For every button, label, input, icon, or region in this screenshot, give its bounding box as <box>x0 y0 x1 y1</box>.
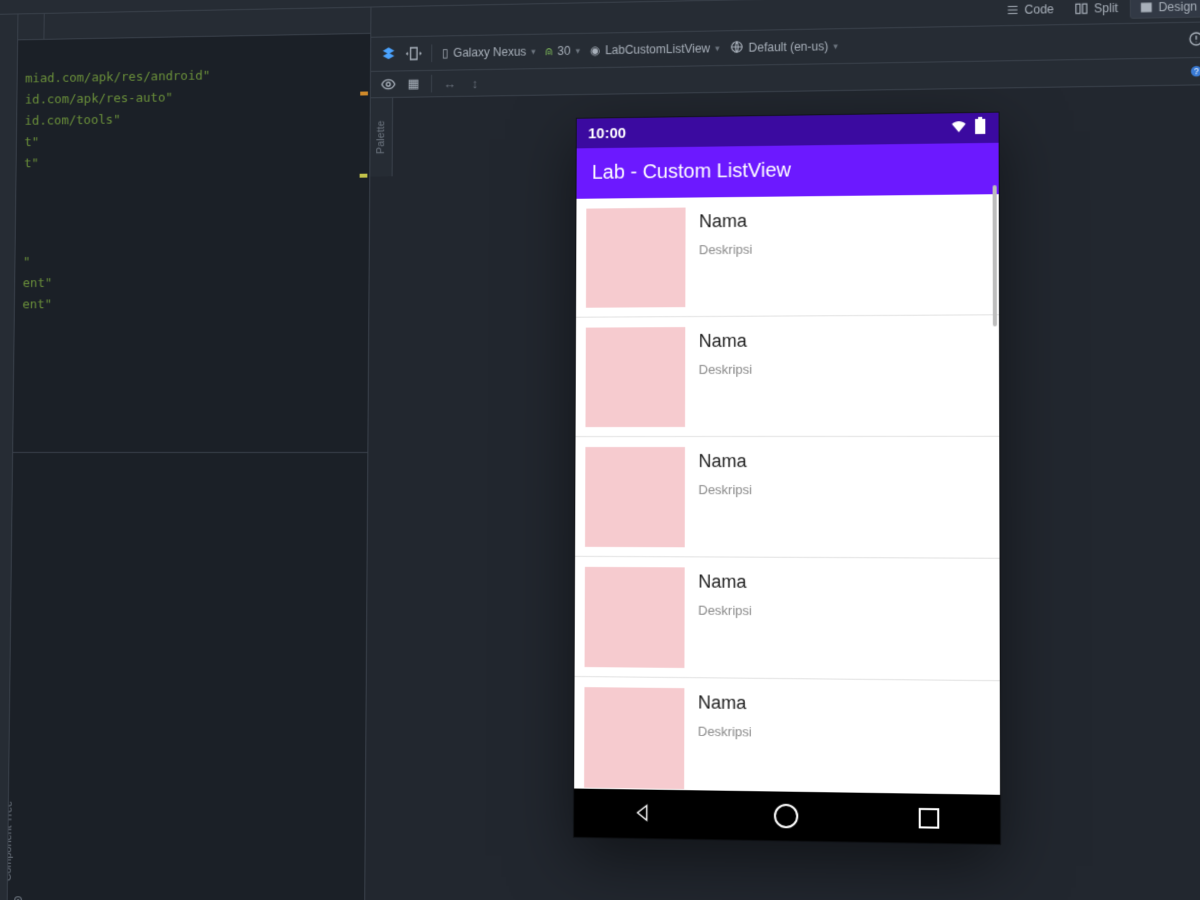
list-item-desc: Deskripsi <box>698 482 752 497</box>
list-item-desc: Deskripsi <box>699 242 753 257</box>
view-mode-code[interactable]: Code <box>996 0 1063 21</box>
theme-icon: ◉ <box>590 43 600 57</box>
editor-tab[interactable] <box>18 14 45 39</box>
nav-recent-icon[interactable] <box>918 808 939 829</box>
view-mode-design[interactable]: Design <box>1129 0 1200 19</box>
battery-icon <box>974 117 986 139</box>
view-mode-split[interactable]: Split <box>1065 0 1127 20</box>
split-view-icon <box>1074 2 1088 16</box>
pan-horizontal-icon[interactable]: ↔ <box>442 75 458 91</box>
blueprint-toggle-icon[interactable]: ▦ <box>406 76 422 92</box>
list-item-title: Nama <box>698 692 752 714</box>
component-tree-icon[interactable] <box>11 893 24 900</box>
code-content[interactable]: miad.com/apk/res/android" id.com/apk/res… <box>15 34 371 316</box>
device-preview: 10:00 Lab - Custom ListView <box>573 113 999 844</box>
locale-dropdown[interactable]: Default (en-us)▾ <box>730 38 838 57</box>
list-view: Nama Deskripsi Nama Deskripsi <box>574 194 1000 795</box>
status-time: 10:00 <box>588 124 626 141</box>
list-item: Nama Deskripsi <box>575 315 999 437</box>
api-level-dropdown[interactable]: ⍝ 30▾ <box>545 43 580 58</box>
app-bar: Lab - Custom ListView <box>576 143 998 199</box>
list-item-desc: Deskripsi <box>698 724 752 740</box>
list-item: Nama Deskripsi <box>574 557 999 681</box>
list-item-title: Nama <box>699 211 753 232</box>
list-item-thumbnail <box>584 567 684 668</box>
android-icon: ⍝ <box>545 44 552 59</box>
preview-scrollbar[interactable] <box>992 185 996 326</box>
list-item-title: Nama <box>698 451 752 472</box>
design-surface[interactable]: Palette 10:00 <box>365 85 1200 900</box>
list-item-title: Nama <box>699 331 753 352</box>
android-nav-bar <box>573 789 999 845</box>
warning-marker-icon[interactable] <box>360 91 368 95</box>
warnings-icon[interactable] <box>1188 30 1200 50</box>
device-preview-dropdown[interactable]: ▯ Galaxy Nexus▾ <box>442 45 536 60</box>
palette-tab[interactable]: Palette <box>370 98 393 177</box>
phone-icon: ▯ <box>442 46 449 60</box>
list-item: Nama Deskripsi <box>575 437 999 559</box>
eye-icon[interactable] <box>381 76 397 92</box>
help-icon[interactable]: ? <box>1188 63 1200 79</box>
app-title: Lab - Custom ListView <box>592 160 791 184</box>
list-item-thumbnail <box>585 208 685 308</box>
orientation-icon[interactable] <box>406 46 422 62</box>
list-item-desc: Deskripsi <box>698 603 752 618</box>
weak-warning-marker-icon[interactable] <box>360 174 368 178</box>
list-item-thumbnail <box>585 447 685 547</box>
nav-back-icon[interactable] <box>632 801 654 827</box>
list-item: Nama Deskripsi <box>576 194 999 318</box>
wifi-icon <box>949 117 967 139</box>
layout-editor: Code Split Design <box>365 0 1200 900</box>
theme-dropdown[interactable]: ◉ LabCustomListView▾ <box>590 41 720 57</box>
nav-home-icon[interactable] <box>773 804 797 829</box>
globe-icon <box>730 39 744 56</box>
list-item-title: Nama <box>698 571 752 592</box>
code-editor-panel: miad.com/apk/res/android" id.com/apk/res… <box>7 7 371 900</box>
list-item: Nama Deskripsi <box>574 677 1000 795</box>
code-view-icon <box>1005 3 1019 17</box>
design-view-icon <box>1139 0 1154 14</box>
list-item-thumbnail <box>584 687 684 789</box>
surface-icon[interactable] <box>381 46 397 62</box>
pan-vertical-icon[interactable]: ↕ <box>467 75 483 91</box>
component-tree-tab[interactable]: Component Tree <box>7 801 14 882</box>
svg-text:?: ? <box>1194 67 1199 76</box>
list-item-thumbnail <box>585 327 685 427</box>
list-item-desc: Deskripsi <box>699 362 753 377</box>
